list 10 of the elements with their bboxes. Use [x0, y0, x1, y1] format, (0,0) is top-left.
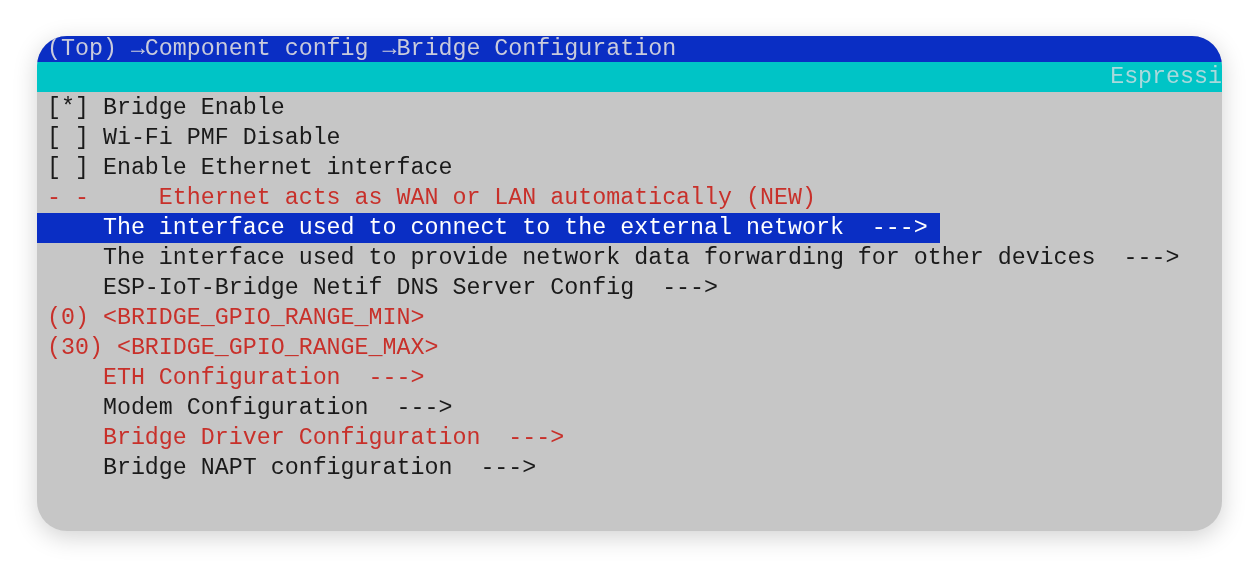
- menu-item[interactable]: [ ] Enable Ethernet interface: [37, 153, 465, 183]
- menu-item[interactable]: The interface used to provide network data forwarding for other devices --->: [37, 243, 1192, 273]
- menu-item[interactable]: [*] Bridge Enable: [37, 93, 297, 123]
- menu-item[interactable]: Bridge NAPT configuration --->: [37, 453, 549, 483]
- menu-item[interactable]: The interface used to connect to the external network --->: [37, 213, 940, 243]
- menu-item[interactable]: Modem Configuration --->: [37, 393, 465, 423]
- menu-item[interactable]: ESP-IoT-Bridge Netif DNS Server Config --->: [37, 273, 731, 303]
- breadcrumb: (Top) →Component config →Bridge Configuration: [47, 36, 677, 62]
- menu-item[interactable]: [ ] Wi-Fi PMF Disable: [37, 123, 353, 153]
- subtitle-text: Espressi: [1110, 63, 1222, 92]
